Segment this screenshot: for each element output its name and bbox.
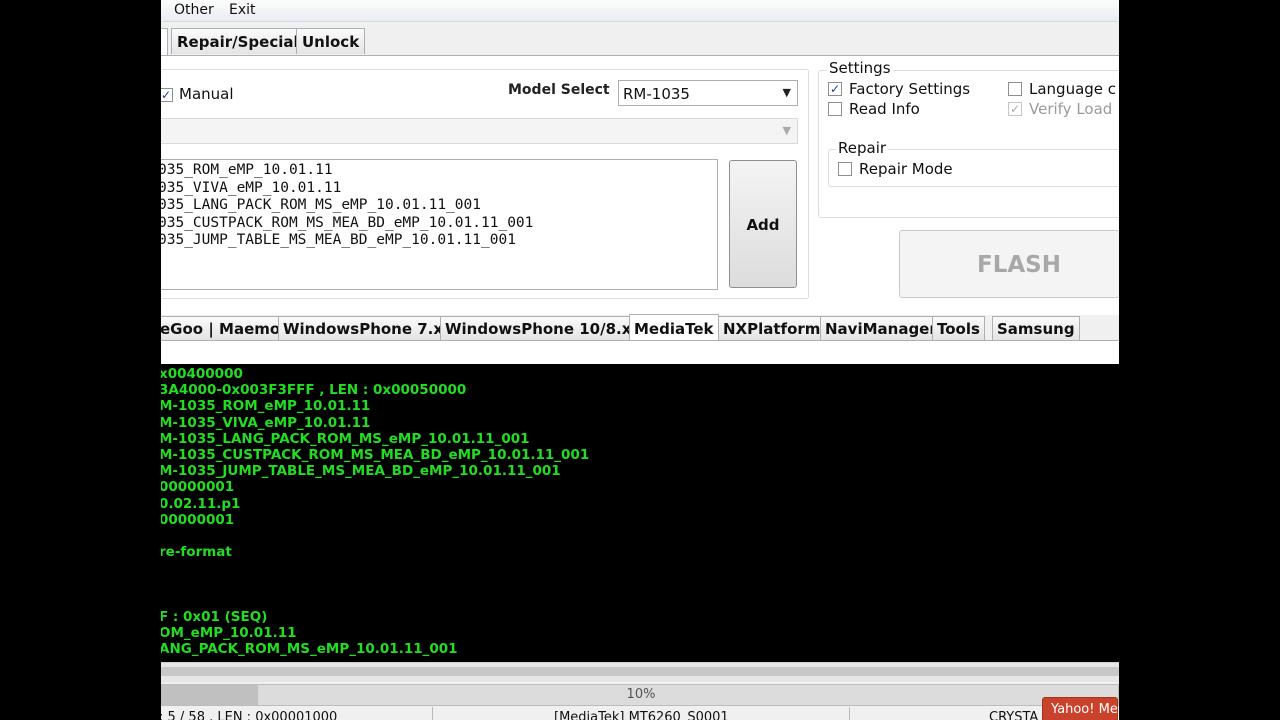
tab-repair-special[interactable]: Repair/Special	[171, 28, 305, 54]
tab-unlock[interactable]: Unlock	[296, 28, 366, 54]
log-line: 00000001	[161, 479, 235, 496]
repair-mode-checkbox[interactable]	[838, 162, 852, 176]
chevron-down-icon: ▼	[782, 124, 791, 137]
log-line: OM_eMP_10.01.11	[161, 625, 297, 641]
list-item[interactable]: 035_ROM_eMP_10.01.11	[161, 162, 717, 180]
status-bar: : 5 / 58 , LEN : 0x00001000 [MediaTek] M…	[161, 707, 1119, 720]
settings-title: Settings	[827, 59, 893, 77]
menu-other[interactable]: Other	[174, 2, 214, 18]
tab-active-partial[interactable]	[161, 28, 168, 56]
log-line: re-format	[161, 544, 232, 561]
chevron-down-icon: ▼	[782, 86, 791, 99]
factory-settings-checkbox[interactable]: ✓	[828, 82, 842, 96]
tab-samsung[interactable]: Samsung	[992, 316, 1080, 340]
log-line: 00000001	[161, 511, 235, 528]
verify-load-checkbox[interactable]: ✓	[1008, 102, 1022, 116]
log-line: 3A4000-0x003F3FFF , LEN : 0x00050000	[161, 382, 467, 399]
list-item[interactable]: 035_LANG_PACK_ROM_MS_eMP_10.01.11_001	[161, 197, 717, 215]
tab-windowsphone-10-8x[interactable]: WindowsPhone 10/8.x	[440, 316, 637, 340]
log-line: M-1035_JUMP_TABLE_MS_MEA_BD_eMP_10.01.11…	[161, 463, 561, 480]
log-output[interactable]: x00400000 3A4000-0x003F3FFF , LEN : 0x00…	[161, 364, 1119, 662]
list-item[interactable]: 035_JUMP_TABLE_MS_MEA_BD_eMP_10.01.11_00…	[161, 232, 717, 250]
app-window: Other Exit Repair/Special Unlock ✓ Manua…	[161, 0, 1119, 720]
flash-button[interactable]: FLASH	[899, 230, 1119, 298]
log-line: M-1035_ROM_eMP_10.01.11	[161, 398, 371, 415]
status-left: : 5 / 58 , LEN : 0x00001000	[161, 710, 338, 720]
tab-content-strip	[161, 340, 1119, 364]
factory-settings-label: Factory Settings	[849, 80, 971, 98]
repair-mode-label: Repair Mode	[859, 160, 953, 178]
log-line: M-1035_VIVA_eMP_10.01.11	[161, 414, 371, 431]
log-line: 0.02.11.p1	[161, 495, 241, 512]
language-checkbox[interactable]	[1008, 82, 1022, 96]
status-separator	[432, 707, 433, 720]
progress-text: 10%	[626, 687, 656, 702]
scrollbar-thumb[interactable]	[161, 667, 1119, 676]
tab-mediatek[interactable]: MediaTek	[629, 314, 719, 341]
read-info-checkbox[interactable]	[828, 102, 842, 116]
yahoo-messenger-notification[interactable]: Yahoo! Mes	[1042, 697, 1118, 720]
file-list[interactable]: 035_ROM_eMP_10.01.11 035_VIVA_eMP_10.01.…	[161, 159, 718, 290]
list-item[interactable]: 035_CUSTPACK_ROM_MS_MEA_BD_eMP_10.01.11_…	[161, 215, 717, 233]
log-line: M-1035_CUSTPACK_ROM_MS_MEA_BD_eMP_10.01.…	[161, 446, 590, 463]
manual-checkbox[interactable]: ✓	[161, 88, 173, 102]
top-tab-strip: Repair/Special Unlock	[161, 28, 1119, 56]
log-line: M-1035_LANG_PACK_ROM_MS_eMP_10.01.11_001	[161, 430, 530, 447]
add-button[interactable]: Add	[729, 160, 797, 288]
menu-exit[interactable]: Exit	[229, 2, 256, 18]
list-item[interactable]: 035_VIVA_eMP_10.01.11	[161, 180, 717, 198]
log-line: F : 0x01 (SEQ)	[161, 608, 268, 625]
repair-title: Repair	[836, 139, 889, 157]
tab-navimanager[interactable]: NaviManager	[820, 316, 942, 340]
product-combo[interactable]: ▼	[161, 118, 798, 144]
log-line: ANG_PACK_ROM_MS_eMP_10.01.11_001	[161, 641, 458, 658]
language-label: Language c	[1029, 80, 1117, 98]
log-line: x00400000	[161, 366, 243, 382]
tab-megoo-maemo[interactable]: eGoo | Maemo	[161, 316, 286, 340]
menu-bar: Other Exit	[161, 0, 1119, 22]
status-center: [MediaTek] MT6260_S0001	[554, 710, 729, 720]
horizontal-scrollbar[interactable]	[161, 662, 1119, 682]
platform-tab-strip: eGoo | Maemo WindowsPhone 7.x WindowsPho…	[161, 314, 1119, 341]
status-right: CRYSTA	[989, 710, 1039, 720]
status-separator	[849, 707, 850, 720]
read-info-label: Read Info	[849, 100, 920, 118]
tab-windowsphone-7x[interactable]: WindowsPhone 7.x	[278, 316, 449, 340]
model-select-dropdown[interactable]: RM-1035 ▼	[618, 80, 798, 106]
model-select-label: Model Select	[508, 82, 610, 98]
model-select-value: RM-1035	[623, 85, 690, 103]
tab-tools[interactable]: Tools	[932, 316, 985, 340]
verify-load-label: Verify Load	[1029, 100, 1113, 118]
manual-label: Manual	[179, 85, 234, 103]
tab-nxplatform[interactable]: NXPlatform	[718, 316, 826, 340]
progress-bar: 10%	[161, 684, 1119, 706]
